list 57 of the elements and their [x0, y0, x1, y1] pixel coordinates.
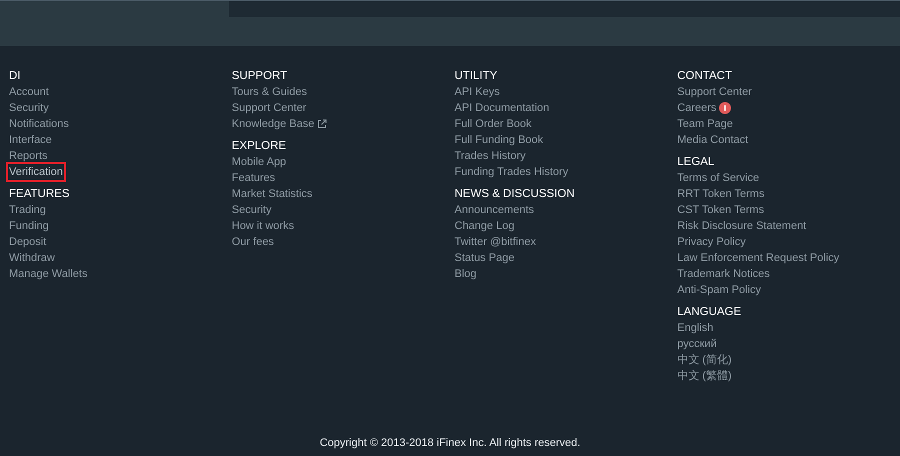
- footer-link[interactable]: Funding Trades History: [454, 164, 568, 180]
- footer-link[interactable]: Trademark Notices: [677, 266, 770, 282]
- footer-link[interactable]: Support Center: [232, 100, 306, 116]
- section-heading: SUPPORT: [232, 69, 288, 84]
- footer-link[interactable]: API Documentation: [454, 100, 550, 116]
- footer-link[interactable]: Terms of Service: [677, 170, 760, 186]
- footer-link[interactable]: Security: [9, 100, 49, 116]
- footer-link[interactable]: Status Page: [454, 250, 514, 266]
- footer-link[interactable]: How it works: [232, 218, 294, 234]
- section-heading: DI: [9, 69, 22, 84]
- footer-link[interactable]: Knowledge Base: [232, 116, 314, 132]
- footer-link[interactable]: Withdraw: [9, 250, 55, 266]
- footer-link[interactable]: Funding: [9, 218, 49, 234]
- footer-link[interactable]: Our fees: [232, 234, 274, 250]
- footer-link[interactable]: Security: [232, 202, 272, 218]
- footer-link[interactable]: Notifications: [9, 116, 69, 132]
- footer-link[interactable]: Media Contact: [677, 132, 748, 148]
- footer-link[interactable]: Account: [9, 84, 49, 100]
- footer-link[interactable]: API Keys: [454, 84, 500, 100]
- footer-link[interactable]: Risk Disclosure Statement: [677, 218, 806, 234]
- section-heading: NEWS & DISCUSSION: [454, 187, 576, 202]
- footer-link[interactable]: Market Statistics: [232, 186, 312, 202]
- footer-link[interactable]: Change Log: [454, 218, 514, 234]
- footer-link[interactable]: Features: [232, 170, 276, 186]
- footer-link[interactable]: Verification: [8, 164, 64, 180]
- footer-link[interactable]: Support Center: [677, 84, 752, 100]
- footer-link[interactable]: Twitter @bitfinex: [454, 234, 536, 250]
- footer-link[interactable]: Careers: [677, 100, 716, 116]
- footer-link[interactable]: Full Order Book: [454, 116, 532, 132]
- section-heading: EXPLORE: [232, 139, 288, 154]
- footer-link[interactable]: English: [677, 320, 714, 336]
- footer-link[interactable]: Full Funding Book: [454, 132, 544, 148]
- footer-link[interactable]: Mobile App: [232, 154, 286, 170]
- copyright-text: Copyright © 2013-2018 iFinex Inc. All rights reserved.: [318, 436, 582, 449]
- footer-link[interactable]: Reports: [9, 148, 48, 164]
- footer-link[interactable]: Blog: [454, 266, 477, 282]
- section-heading: LEGAL: [677, 155, 716, 170]
- footer-link[interactable]: русский: [677, 336, 717, 352]
- section-heading: CONTACT: [677, 69, 733, 84]
- footer-link[interactable]: Law Enforcement Request Policy: [677, 250, 840, 266]
- section-heading: LANGUAGE: [677, 305, 742, 320]
- footer-link[interactable]: Team Page: [677, 116, 733, 132]
- section-heading: FEATURES: [9, 187, 70, 202]
- footer-link[interactable]: Interface: [9, 132, 52, 148]
- footer-link[interactable]: Trading: [9, 202, 46, 218]
- footer-link[interactable]: Tours & Guides: [232, 84, 307, 100]
- footer-link[interactable]: CST Token Terms: [677, 202, 764, 218]
- footer-link[interactable]: Anti-Spam Policy: [677, 282, 762, 298]
- footer-link[interactable]: Announcements: [454, 202, 534, 218]
- footer-link[interactable]: 中文 (简化): [677, 352, 732, 368]
- section-heading: UTILITY: [454, 69, 498, 84]
- footer-link[interactable]: Deposit: [9, 234, 46, 250]
- footer-link[interactable]: 中文 (繁體): [677, 368, 732, 384]
- footer-link[interactable]: Trades History: [454, 148, 526, 164]
- footer-link[interactable]: Manage Wallets: [9, 266, 88, 282]
- footer-link[interactable]: Privacy Policy: [677, 234, 746, 250]
- footer-link[interactable]: RRT Token Terms: [677, 186, 764, 202]
